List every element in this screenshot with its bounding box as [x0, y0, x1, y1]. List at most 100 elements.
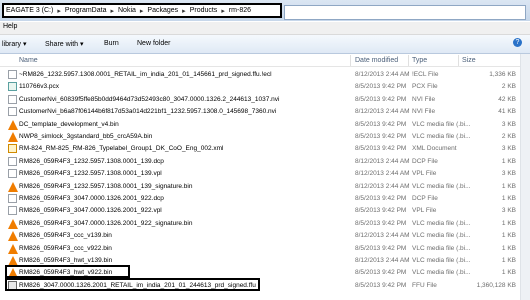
file-row[interactable]: NWP8_simlock_3gstandard_bb5_crcA59A.bin 8…	[0, 130, 530, 143]
breadcrumb-separator-icon[interactable]: ▸	[57, 7, 61, 15]
vlc-icon	[8, 119, 18, 130]
breadcrumb-separator-icon[interactable]: ▸	[221, 7, 225, 15]
breadcrumb[interactable]: EAGATE 3 (C:) ▸ ProgramData ▸ Nokia ▸ Pa…	[2, 3, 282, 18]
file-type: VLC media file (.bi...	[412, 120, 471, 128]
file-date-modified: 8/5/2013 9:42 PM	[355, 269, 407, 277]
file-row[interactable]: CustomerNvi_b6a87f06144b6f817d53a014d221…	[0, 105, 530, 118]
vlc-icon	[8, 231, 18, 242]
address-empty-area[interactable]	[284, 5, 526, 20]
file-row[interactable]: RM826_059R4F3_ccc_v139.bin 8/12/2013 2:44…	[0, 229, 530, 242]
breadcrumb-programdata[interactable]: ProgramData	[65, 7, 107, 14]
file-type: NVI File	[412, 108, 436, 116]
file-date-modified: 8/5/2013 9:42 PM	[355, 120, 407, 128]
file-type: VPL File	[412, 207, 437, 215]
column-date-modified[interactable]: Date modified	[355, 57, 398, 64]
file-type: DCP File	[412, 157, 438, 165]
new-folder-button[interactable]: New folder	[137, 40, 170, 47]
file-size: 1,360,128 KB	[476, 281, 516, 289]
file-row[interactable]: CustomerNvi_60839f5ffe85b0dd9464d73d5249…	[0, 93, 530, 106]
file-date-modified: 8/12/2013 2:44 AM	[355, 257, 410, 264]
file-icon	[8, 206, 17, 216]
file-date-modified: 8/5/2013 9:42 PM	[355, 133, 407, 140]
column-divider[interactable]	[408, 55, 409, 66]
breadcrumb-drive[interactable]: EAGATE 3 (C:)	[6, 7, 53, 14]
file-size: 1 KB	[501, 257, 516, 264]
file-size: 42 KB	[498, 95, 516, 103]
library-button[interactable]: library ▾	[2, 40, 27, 48]
file-name: CustomerNvi_60839f5ffe85b0dd9464d73d5249…	[19, 95, 280, 103]
file-size: 1 KB	[501, 269, 516, 277]
breadcrumb-separator-icon[interactable]: ▸	[182, 7, 186, 15]
breadcrumb-products[interactable]: Products	[190, 7, 218, 14]
breadcrumb-separator-icon[interactable]: ▸	[110, 7, 114, 15]
pcx-icon	[8, 82, 17, 92]
file-size: 3 KB	[501, 170, 516, 178]
column-type[interactable]: Type	[412, 57, 427, 64]
file-date-modified: 8/5/2013 9:42 PM	[355, 195, 407, 202]
column-size[interactable]: Size	[462, 57, 476, 64]
file-date-modified: 8/12/2013 2:44 AM	[355, 170, 410, 178]
file-row[interactable]: RM826_059R4F3_1232.5957.1308.0001_139_si…	[0, 180, 530, 193]
burn-button[interactable]: Burn	[104, 40, 119, 47]
menu-help[interactable]: Help	[3, 23, 17, 30]
file-icon	[8, 156, 17, 166]
file-size: 3 KB	[501, 207, 516, 215]
file-type: VPL File	[412, 170, 437, 178]
breadcrumb-separator-icon[interactable]: ▸	[140, 7, 144, 15]
file-type: !ECL File	[412, 71, 439, 78]
file-date-modified: 8/5/2013 9:42 PM	[355, 219, 407, 227]
file-type: VLC media file (.bi...	[412, 182, 471, 190]
file-row[interactable]: DC_template_development_v4.bin 8/5/2013 9…	[0, 118, 530, 131]
file-date-modified: 8/5/2013 9:42 PM	[355, 95, 407, 103]
column-name[interactable]: Name	[19, 57, 38, 64]
breadcrumb-packages[interactable]: Packages	[147, 7, 178, 14]
file-size: 1 KB	[501, 232, 516, 240]
menu-bar: Help	[0, 22, 530, 35]
file-name: RM826_059R4F3_3047.0000.1326.2001_922.vp…	[19, 207, 162, 215]
vlc-icon	[8, 132, 18, 142]
file-row[interactable]: 110766v3.pcx 8/5/2013 9:42 PM PCX File 2 KB	[0, 80, 530, 93]
file-row[interactable]: RM826_059R4F3_3047.0000.1326.2001_922.vp…	[0, 204, 530, 217]
file-row[interactable]: RM826_059R4F3_3047.0000.1326.2001_922_si…	[0, 217, 530, 230]
file-name: RM826_059R4F3_1232.5957.1308.0001_139_si…	[19, 182, 193, 190]
vlc-icon	[8, 181, 18, 192]
file-row[interactable]: RM826_059R4F3_ccc_v922.bin 8/5/2013 9:42 …	[0, 242, 530, 255]
file-size: 1 KB	[501, 195, 516, 202]
file-date-modified: 8/5/2013 9:42 PM	[355, 281, 407, 289]
vlc-icon	[8, 243, 18, 254]
file-type: VLC media file (.bi...	[412, 133, 471, 140]
file-type: XML Document	[412, 145, 457, 153]
share-with-button[interactable]: Share with ▾	[45, 40, 84, 48]
file-size: 1 KB	[501, 157, 516, 165]
column-divider[interactable]	[458, 55, 459, 66]
file-name: DC_template_development_v4.bin	[19, 120, 119, 128]
file-row[interactable]: RM826_059R4F3_3047.0000.1326.2001_922.dc…	[0, 192, 530, 205]
file-row[interactable]: RM826_059R4F3_1232.5957.1308.0001_139.vp…	[0, 167, 530, 180]
vlc-icon	[8, 218, 18, 229]
file-row[interactable]: RM-824_RM-825_RM-826_Typelabel_Group1_DK…	[0, 142, 530, 155]
file-name: RM826_059R4F3_1232.5957.1308.0001_139.dc…	[19, 157, 164, 165]
file-size: 3 KB	[501, 145, 516, 153]
file-type: PCX File	[412, 83, 438, 91]
file-size: 1 KB	[501, 219, 516, 227]
file-size: 1 KB	[501, 182, 516, 190]
highlight-box	[5, 265, 130, 279]
column-divider[interactable]	[350, 55, 351, 66]
file-date-modified: 8/12/2013 2:44 AM	[355, 232, 410, 240]
breadcrumb-nokia[interactable]: Nokia	[118, 7, 136, 14]
file-icon	[8, 169, 17, 179]
file-name: CustomerNvi_b6a87f06144b6f817d53a014d221…	[19, 108, 277, 116]
file-name: 110766v3.pcx	[19, 83, 59, 91]
file-size: 2 KB	[501, 133, 516, 140]
help-icon[interactable]: ?	[513, 38, 522, 47]
file-row[interactable]: ~RM826_1232.5957.1308.0001_RETAIL_im_ind…	[0, 68, 530, 81]
file-date-modified: 8/12/2013 2:44 AM	[355, 71, 410, 78]
breadcrumb-rm-826[interactable]: rm-826	[229, 7, 251, 14]
file-date-modified: 8/12/2013 2:44 AM	[355, 157, 410, 165]
file-row[interactable]: RM826_059R4F3_1232.5957.1308.0001_139.dc…	[0, 155, 530, 168]
file-name: RM-824_RM-825_RM-826_Typelabel_Group1_DK…	[19, 145, 224, 153]
file-icon	[8, 107, 17, 117]
file-name: RM826_059R4F3_3047.0000.1326.2001_922.dc…	[19, 195, 164, 202]
file-name: NWP8_simlock_3gstandard_bb5_crcA59A.bin	[19, 133, 153, 140]
file-name: RM826_059R4F3_ccc_v139.bin	[19, 232, 112, 240]
